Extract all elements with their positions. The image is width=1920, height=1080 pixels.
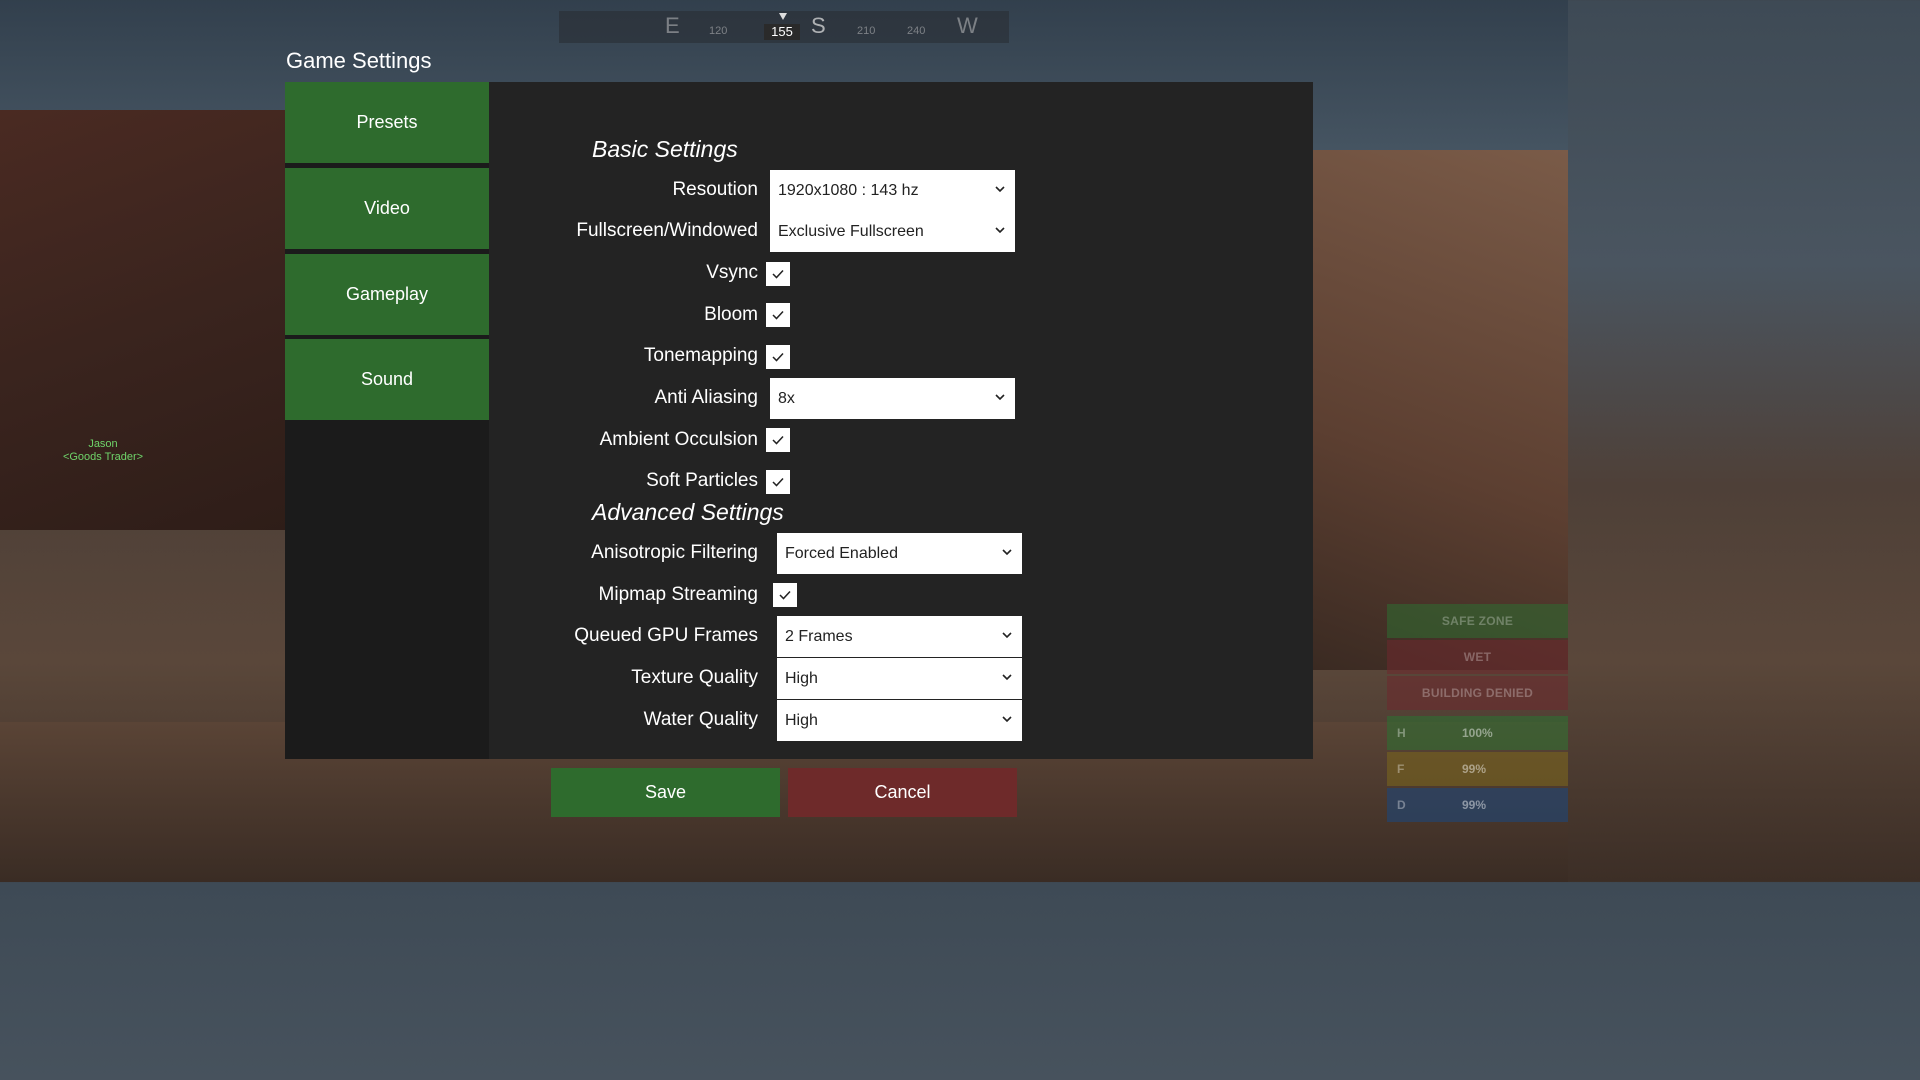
health-value: 100%	[1462, 726, 1493, 740]
chevron-down-icon	[995, 394, 1005, 401]
anti-aliasing-dropdown[interactable]: 8x	[770, 378, 1015, 419]
checkmark-icon	[772, 310, 784, 320]
health-key: H	[1397, 726, 1406, 740]
bloom-label: Bloom	[704, 304, 758, 325]
compass-heading: 155	[764, 24, 800, 40]
chevron-down-icon	[1002, 632, 1012, 639]
chevron-down-icon	[995, 227, 1005, 234]
drink-value: 99%	[1462, 798, 1487, 812]
fullscreen-dropdown[interactable]: Exclusive Fullscreen	[770, 211, 1015, 252]
npc-name: Jason	[88, 438, 118, 450]
cancel-button[interactable]: Cancel	[788, 768, 1017, 817]
health-stat: H 100%	[1387, 716, 1568, 750]
building-denied-status: BUILDING DENIED	[1387, 676, 1568, 710]
texture-quality-dropdown[interactable]: High	[777, 658, 1022, 699]
chevron-down-icon	[1002, 549, 1012, 556]
compass-tick-s: S	[811, 13, 826, 38]
tonemapping-label: Tonemapping	[643, 345, 758, 366]
nav-video-button[interactable]: Video	[285, 168, 489, 249]
right-building	[1308, 150, 1568, 670]
chevron-down-icon	[1002, 674, 1012, 681]
texture-quality-label: Texture Quality	[631, 667, 758, 688]
left-building	[0, 110, 300, 530]
drink-stat: D 99%	[1387, 788, 1568, 822]
safe-zone-status: SAFE ZONE	[1387, 604, 1568, 638]
anisotropic-filtering-label: Anisotropic Filtering	[591, 542, 758, 563]
settings-sidebar: Presets Video Gameplay Sound	[285, 82, 489, 759]
resolution-label: Resoution	[672, 179, 758, 200]
resolution-value: 1920x1080 : 143 hz	[778, 181, 919, 199]
wet-status: WET	[1387, 640, 1568, 674]
compass-bar: E 120 155 S 210 240 W	[559, 11, 1009, 43]
mipmap-streaming-checkbox[interactable]	[773, 583, 797, 607]
water-quality-value: High	[785, 711, 818, 729]
queued-gpu-frames-value: 2 Frames	[785, 627, 853, 645]
save-button[interactable]: Save	[551, 768, 780, 817]
fullscreen-value: Exclusive Fullscreen	[778, 222, 924, 240]
texture-quality-value: High	[785, 669, 818, 687]
nav-gameplay-button[interactable]: Gameplay	[285, 254, 489, 335]
vsync-checkbox[interactable]	[766, 262, 790, 286]
checkmark-icon	[772, 352, 784, 362]
vsync-label: Vsync	[706, 262, 758, 283]
soft-particles-label: Soft Particles	[646, 470, 758, 491]
ambient-occlusion-label: Ambient Occulsion	[599, 429, 758, 450]
anti-aliasing-label: Anti Aliasing	[654, 387, 758, 408]
food-key: F	[1397, 762, 1405, 776]
compass-tick-w: W	[957, 13, 978, 38]
water-quality-label: Water Quality	[643, 709, 758, 730]
fullscreen-label: Fullscreen/Windowed	[576, 220, 758, 241]
resolution-dropdown[interactable]: 1920x1080 : 143 hz	[770, 170, 1015, 211]
page-title: Game Settings	[286, 48, 432, 73]
mipmap-streaming-label: Mipmap Streaming	[598, 584, 758, 605]
anisotropic-filtering-dropdown[interactable]: Forced Enabled	[777, 533, 1022, 574]
nav-sound-button[interactable]: Sound	[285, 339, 489, 420]
checkmark-icon	[772, 269, 784, 279]
compass-tick-120: 120	[709, 25, 728, 37]
water-quality-dropdown[interactable]: High	[777, 700, 1022, 741]
checkmark-icon	[779, 590, 791, 600]
nav-presets-button[interactable]: Presets	[285, 82, 489, 163]
bloom-checkbox[interactable]	[766, 303, 790, 327]
ambient-occlusion-checkbox[interactable]	[766, 428, 790, 452]
queued-gpu-frames-dropdown[interactable]: 2 Frames	[777, 616, 1022, 657]
tonemapping-checkbox[interactable]	[766, 345, 790, 369]
anisotropic-filtering-value: Forced Enabled	[785, 544, 898, 562]
soft-particles-checkbox[interactable]	[766, 470, 790, 494]
queued-gpu-frames-label: Queued GPU Frames	[574, 625, 758, 646]
advanced-settings-heading: Advanced Settings	[592, 499, 784, 525]
checkmark-icon	[772, 477, 784, 487]
chevron-down-icon	[1002, 716, 1012, 723]
food-stat: F 99%	[1387, 752, 1568, 786]
compass-tick-240: 240	[907, 25, 926, 37]
chevron-down-icon	[995, 186, 1005, 193]
compass-pointer-icon	[779, 13, 787, 20]
anti-aliasing-value: 8x	[778, 389, 795, 407]
compass-tick-e: E	[665, 13, 680, 38]
checkmark-icon	[772, 435, 784, 445]
basic-settings-heading: Basic Settings	[592, 136, 738, 162]
food-value: 99%	[1462, 762, 1487, 776]
compass-tick-210: 210	[857, 25, 876, 37]
npc-nameplate: Jason <Goods Trader>	[48, 438, 158, 464]
drink-key: D	[1397, 798, 1406, 812]
npc-role: <Goods Trader>	[62, 451, 144, 463]
